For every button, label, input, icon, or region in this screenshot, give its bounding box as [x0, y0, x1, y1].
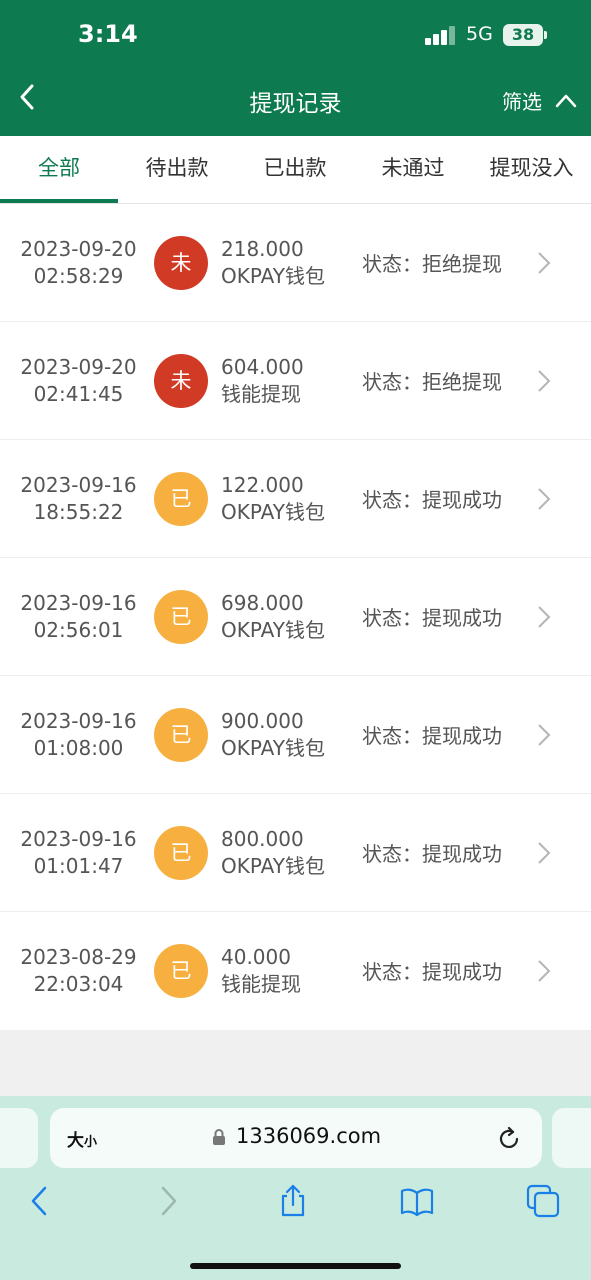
record-row[interactable]: 2023-08-29 22:03:04 已 40.000 钱能提现 状态：提现成功: [0, 912, 591, 1030]
record-datetime: 2023-09-20 02:41:45: [20, 355, 137, 406]
withdrawal-list: 2023-09-20 02:58:29 未 218.000 OKPAY钱包 状态：拒…: [0, 204, 591, 1030]
record-status: 状态：拒绝提现: [362, 252, 502, 276]
record-row[interactable]: 2023-09-16 01:01:47 已 800.000 OKPAY钱包 状态：提…: [0, 794, 591, 912]
clock: 3:14: [78, 20, 138, 48]
tabs-icon[interactable]: [526, 1184, 560, 1218]
record-datetime: 2023-08-29 22:03:04: [20, 945, 137, 996]
record-row[interactable]: 2023-09-20 02:58:29 未 218.000 OKPAY钱包 状态：拒…: [0, 204, 591, 322]
tab-pending[interactable]: 待出款: [118, 136, 236, 204]
status-badge: 未: [154, 236, 208, 290]
record-status: 状态：提现成功: [362, 724, 502, 748]
record-row[interactable]: 2023-09-20 02:41:45 未 604.000 钱能提现 状态：拒绝提现: [0, 322, 591, 440]
record-status: 状态：拒绝提现: [362, 370, 502, 394]
next-tab-preview[interactable]: [552, 1108, 591, 1168]
signal-icon: [425, 25, 457, 45]
record-amount: 698.000 OKPAY钱包: [221, 591, 325, 642]
battery-icon: 38: [503, 24, 543, 46]
chevron-right-icon: [538, 488, 551, 510]
record-status: 状态：提现成功: [362, 842, 502, 866]
record-datetime: 2023-09-16 01:08:00: [20, 709, 137, 760]
record-status: 状态：提现成功: [362, 488, 502, 512]
record-row[interactable]: 2023-09-16 18:55:22 已 122.000 OKPAY钱包 状态：提…: [0, 440, 591, 558]
browser-toolbar: 大小 1336069.com: [0, 1096, 591, 1280]
record-datetime: 2023-09-16 18:55:22: [20, 473, 137, 524]
lock-icon: [213, 1129, 225, 1145]
record-amount: 218.000 OKPAY钱包: [221, 237, 325, 288]
status-badge: 已: [154, 944, 208, 998]
url-text: 1336069.com: [236, 1124, 382, 1148]
home-indicator: [190, 1263, 401, 1269]
record-datetime: 2023-09-16 01:01:47: [20, 827, 137, 878]
bookmarks-icon[interactable]: [400, 1184, 434, 1218]
text-size-button[interactable]: 大小: [67, 1126, 97, 1151]
previous-tab-preview[interactable]: [0, 1108, 38, 1168]
chevron-up-icon[interactable]: [555, 92, 577, 108]
status-badge: 已: [154, 472, 208, 526]
status-badge: 已: [154, 590, 208, 644]
tab-all[interactable]: 全部: [0, 136, 118, 204]
active-tab-indicator: [0, 199, 118, 203]
chevron-right-icon: [538, 960, 551, 982]
address-bar[interactable]: 大小 1336069.com: [50, 1108, 542, 1168]
record-status: 状态：提现成功: [362, 960, 502, 984]
app-header: 3:14 5G 38 提现记录 筛选: [0, 0, 591, 136]
filter-button[interactable]: 筛选: [502, 86, 542, 115]
status-badge: 未: [154, 354, 208, 408]
record-amount: 604.000 钱能提现: [221, 355, 304, 406]
record-datetime: 2023-09-16 02:56:01: [20, 591, 137, 642]
tab-bar: 全部 待出款 已出款 未通过 提现没入: [0, 136, 591, 204]
chevron-right-icon: [538, 252, 551, 274]
tab-rejected[interactable]: 未通过: [354, 136, 472, 204]
network-type: 5G: [466, 23, 493, 45]
status-badge: 已: [154, 826, 208, 880]
record-datetime: 2023-09-20 02:58:29: [20, 237, 137, 288]
share-icon[interactable]: [276, 1184, 310, 1218]
record-amount: 800.000 OKPAY钱包: [221, 827, 325, 878]
tab-not-received[interactable]: 提现没入: [472, 136, 591, 204]
status-bar: 3:14 5G 38: [0, 0, 591, 70]
status-badge: 已: [154, 708, 208, 762]
record-amount: 122.000 OKPAY钱包: [221, 473, 325, 524]
back-icon[interactable]: [23, 1184, 57, 1218]
record-amount: 900.000 OKPAY钱包: [221, 709, 325, 760]
record-row[interactable]: 2023-09-16 02:56:01 已 698.000 OKPAY钱包 状态：提…: [0, 558, 591, 676]
record-row[interactable]: 2023-09-16 01:08:00 已 900.000 OKPAY钱包 状态：提…: [0, 676, 591, 794]
chevron-right-icon: [538, 606, 551, 628]
record-amount: 40.000 钱能提现: [221, 945, 301, 996]
chevron-right-icon: [538, 842, 551, 864]
chevron-right-icon: [538, 370, 551, 392]
battery-tip: [544, 31, 547, 39]
forward-icon[interactable]: [151, 1184, 185, 1218]
tab-paid[interactable]: 已出款: [236, 136, 354, 204]
record-status: 状态：提现成功: [362, 606, 502, 630]
chevron-right-icon: [538, 724, 551, 746]
reload-icon[interactable]: [498, 1125, 522, 1151]
